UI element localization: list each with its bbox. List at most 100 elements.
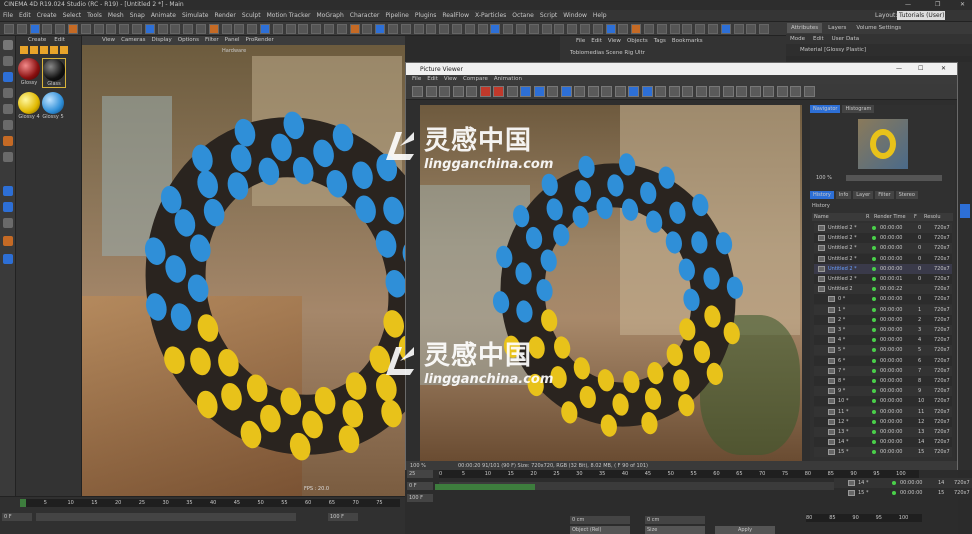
material-swatch[interactable]: Glossy 5 (42, 92, 64, 120)
toolbar-button[interactable] (183, 24, 194, 34)
right-menu-item[interactable]: Edit (813, 34, 824, 44)
menu-item[interactable]: File (0, 11, 16, 21)
pv-tool-button[interactable] (425, 86, 437, 97)
pv-menu-item[interactable]: File (412, 75, 421, 84)
mat-tool-icon[interactable] (20, 46, 28, 54)
pv-tool-button[interactable] (709, 86, 720, 97)
history-row[interactable]: Untitled 2 00:00:22 720x7 (814, 284, 952, 295)
column-header[interactable]: R (864, 213, 872, 221)
history-row[interactable]: Untitled 2 * 00:00:00 0 720x7 (814, 233, 952, 244)
material-menu-item[interactable]: Create (28, 36, 46, 44)
mini-ruler[interactable]: 80 85 90 95 100 (806, 514, 922, 522)
toolbar-button[interactable] (592, 24, 603, 34)
menu-item[interactable]: Pipeline (382, 11, 411, 21)
toolbar-button[interactable] (388, 24, 398, 34)
pv-menu-item[interactable]: Animation (494, 75, 522, 84)
toolbar-button[interactable] (93, 24, 104, 34)
history-row[interactable]: Untitled 2 * 00:00:00 0 720x7 (814, 253, 952, 264)
toolbar-button[interactable] (68, 24, 78, 34)
history-row[interactable]: 15 * 00:00:00 15 720x7 (834, 488, 972, 499)
end-frame-field[interactable]: 100 F (328, 513, 358, 521)
toolbar-button[interactable] (426, 24, 437, 34)
history-row[interactable]: Untitled 2 * 00:00:00 0 720x7 (814, 243, 952, 254)
toolbar-button[interactable] (541, 24, 552, 34)
toolbar-button[interactable] (452, 24, 462, 34)
toolbar-button[interactable] (349, 24, 360, 34)
menu-item[interactable]: Octane (509, 11, 537, 21)
pv-tool-button[interactable] (695, 86, 707, 97)
toolbar-button[interactable] (247, 24, 258, 34)
history-row[interactable]: 2 * 00:00:00 2 720x7 (814, 314, 952, 325)
pv-tool-button[interactable] (574, 86, 585, 97)
pv-tool-button[interactable] (479, 86, 491, 97)
menu-item[interactable]: Snap (127, 11, 148, 21)
toolbar-button[interactable] (208, 24, 219, 34)
menu-item[interactable]: Tools (84, 11, 105, 21)
history-row[interactable]: 13 * 00:00:00 13 720x7 (814, 427, 952, 437)
toolbar-button[interactable] (221, 24, 232, 34)
toolbar-button[interactable] (516, 24, 526, 34)
column-header[interactable]: Render Time (872, 213, 912, 221)
toolbar-button[interactable] (4, 24, 14, 34)
toolbar-button[interactable] (170, 24, 181, 34)
pv-tool-button[interactable] (533, 86, 545, 97)
column-header[interactable]: Name (812, 213, 864, 221)
history-row[interactable]: 7 * 00:00:00 7 720x7 (814, 365, 952, 376)
toolbar-button[interactable] (298, 24, 309, 34)
history-row[interactable]: Untitled 2 * 00:00:00 0 720x7 (814, 263, 952, 274)
toolbar-button[interactable] (196, 24, 206, 34)
menu-item[interactable]: Character (347, 11, 383, 21)
toolbar-button[interactable] (554, 24, 565, 34)
history-tab[interactable]: Info (835, 191, 852, 199)
history-tab[interactable]: Filter (875, 191, 894, 199)
pv-menu-item[interactable]: View (444, 75, 457, 84)
mat-tool-icon[interactable] (60, 46, 68, 54)
texture-mode-icon[interactable] (3, 88, 13, 98)
history-row[interactable]: 4 * 00:00:00 4 720x7 (814, 335, 952, 346)
toolbar-button[interactable] (55, 24, 66, 34)
toolbar-button[interactable] (324, 24, 334, 34)
toolbar-button[interactable] (567, 24, 578, 34)
objects-menu-item[interactable]: Edit (591, 36, 602, 46)
pv-tool-button[interactable] (547, 86, 558, 97)
menu-item[interactable]: Select (60, 11, 85, 21)
menu-item[interactable]: Simulate (179, 11, 212, 21)
toolbar-button[interactable] (656, 24, 667, 34)
timeline-ruler[interactable]: 0 5 10 15 20 25 30 35 40 45 50 55 60 65 70 75 80 85 90 95 10… (439, 470, 919, 478)
toolbar-button[interactable] (746, 24, 757, 34)
objects-menu-item[interactable]: Tags (654, 36, 666, 46)
history-row[interactable]: 1 * 00:00:00 1 720x7 (814, 304, 952, 315)
menu-item[interactable]: RealFlow (439, 11, 472, 21)
history-row[interactable]: 5 * 00:00:00 5 720x7 (814, 345, 952, 356)
toolbar-button[interactable] (490, 24, 501, 34)
objects-menu-item[interactable]: File (576, 36, 585, 46)
apply-button[interactable]: Apply (715, 526, 775, 534)
toolbar-button[interactable] (362, 24, 373, 34)
menu-item[interactable]: Render (211, 11, 238, 21)
toolbar-button[interactable] (695, 24, 706, 34)
pv-menu-item[interactable]: Edit (427, 75, 438, 84)
toolbar-button[interactable] (503, 24, 514, 34)
pv-tool-button[interactable] (736, 86, 747, 97)
undo-icon[interactable] (3, 40, 13, 50)
toolbar-button[interactable] (605, 24, 616, 34)
history-row[interactable]: 10 * 00:00:00 10 720x7 (814, 396, 952, 407)
frame-field[interactable]: 0 F (2, 513, 32, 521)
pv-tool-button[interactable] (493, 86, 504, 97)
menu-item[interactable]: Help (590, 11, 610, 21)
history-row[interactable]: 12 * 00:00:00 12 720x7 (814, 416, 952, 427)
history-tab[interactable]: Stereo (895, 191, 918, 199)
mat-tool-icon[interactable] (50, 46, 58, 54)
toolbar-button[interactable] (464, 24, 475, 34)
material-swatch[interactable]: Glass (42, 58, 66, 88)
minimize-icon[interactable]: — (905, 1, 911, 8)
pv-tool-button[interactable] (412, 86, 423, 97)
right-tab[interactable]: Layers (824, 23, 851, 33)
menu-item[interactable]: Animate (148, 11, 179, 21)
toolbar-button[interactable] (119, 24, 130, 34)
toolbar-button[interactable] (733, 24, 744, 34)
column-header[interactable]: Resolu (922, 213, 950, 221)
start-field[interactable]: 25 (407, 470, 433, 478)
toolbar-button[interactable] (413, 24, 424, 34)
toolbar-button[interactable] (682, 24, 693, 34)
